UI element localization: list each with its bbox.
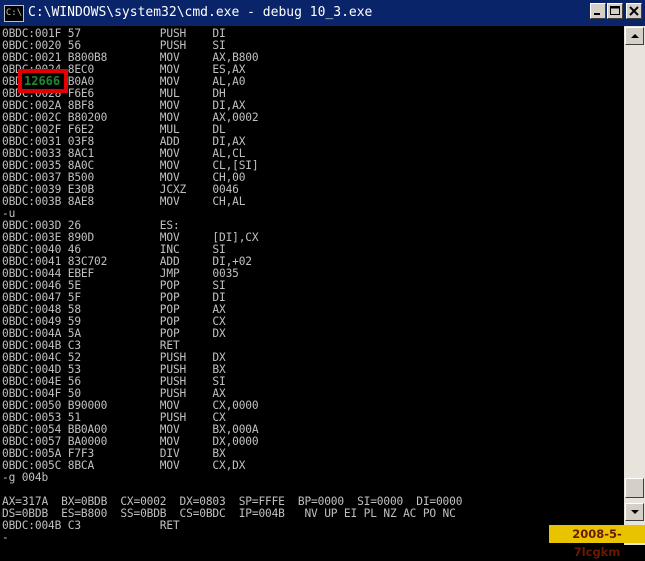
window-titlebar[interactable]: C:\ C:\WINDOWS\system32\cmd.exe - debug … — [0, 0, 645, 26]
console-output[interactable]: 0BDC:001F 57 PUSH DI 0BDC:0020 56 PUSH SI… — [0, 26, 624, 543]
minimize-button[interactable] — [590, 3, 606, 19]
console-line: -g 004b — [2, 471, 49, 484]
maximize-icon — [610, 6, 620, 15]
window-title: C:\WINDOWS\system32\cmd.exe - debug 10_3… — [28, 5, 373, 20]
maximize-button[interactable] — [607, 3, 623, 19]
console-line: 0BDC:004B C3 RET — [2, 519, 180, 532]
close-icon — [629, 6, 639, 16]
minimize-icon — [594, 13, 600, 15]
cmd-system-icon[interactable]: C:\ — [4, 5, 24, 22]
close-button[interactable] — [626, 3, 642, 19]
vertical-scrollbar[interactable] — [624, 26, 645, 545]
console-line: - — [2, 531, 9, 544]
scrollbar-thumb[interactable] — [625, 478, 644, 498]
annotation-highlight-box: 12666 — [18, 69, 68, 93]
console-line: 0BDC:003B 8AE8 MOV CH,AL — [2, 195, 246, 208]
annotation-highlight-text: 12666 — [24, 74, 61, 88]
arrow-down-icon — [631, 510, 639, 514]
scroll-up-button[interactable] — [625, 27, 644, 45]
date-watermark-stamp: 2008-5-7lcgkm — [549, 525, 645, 559]
scroll-down-button[interactable] — [625, 503, 644, 521]
arrow-up-icon — [631, 34, 639, 38]
